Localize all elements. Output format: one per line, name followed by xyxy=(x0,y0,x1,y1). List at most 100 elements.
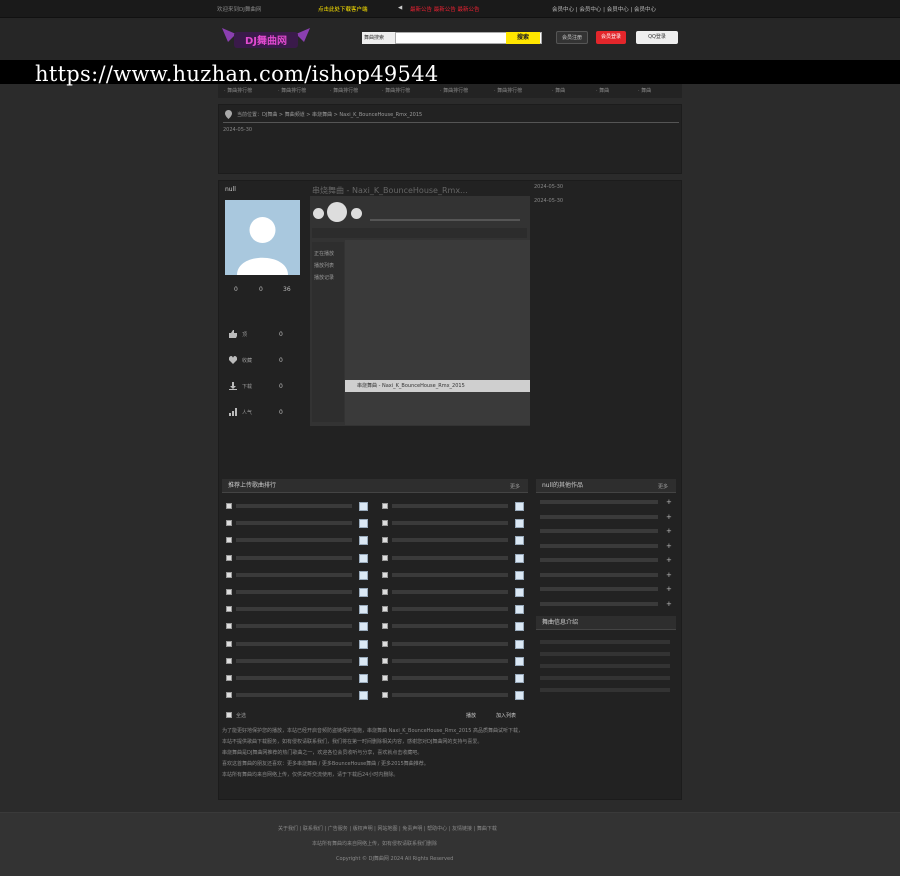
list-item[interactable] xyxy=(540,500,658,504)
song-checkbox[interactable] xyxy=(382,589,388,595)
add-icon[interactable]: + xyxy=(666,585,672,593)
song-checkbox[interactable] xyxy=(226,657,232,664)
add-icon[interactable]: + xyxy=(666,600,672,608)
song-checkbox[interactable] xyxy=(382,675,388,681)
list-item[interactable] xyxy=(540,529,658,533)
more-link[interactable]: 更多 xyxy=(510,483,520,490)
download-icon[interactable] xyxy=(515,570,524,580)
song-checkbox[interactable] xyxy=(382,503,388,509)
top-notice[interactable]: 最新公告 最新公告 最新公告 xyxy=(410,5,480,13)
action-label[interactable]: 收藏 xyxy=(242,357,252,364)
list-item[interactable] xyxy=(540,514,658,519)
song-row[interactable] xyxy=(392,607,508,612)
song-row[interactable] xyxy=(236,572,352,577)
download-icon[interactable] xyxy=(515,656,524,666)
song-row[interactable] xyxy=(236,538,352,543)
register-button[interactable]: 会员注册 xyxy=(556,31,588,44)
song-row[interactable] xyxy=(392,538,508,543)
download-icon[interactable] xyxy=(359,553,368,563)
pause-button[interactable] xyxy=(327,202,347,222)
song-checkbox[interactable] xyxy=(382,623,388,630)
download-icon[interactable] xyxy=(359,656,368,666)
footer-links[interactable]: 关于我们 | 联系我们 | 广告服务 | 版权声明 | 网站地图 | 免责声明 … xyxy=(278,825,497,832)
song-checkbox[interactable] xyxy=(382,554,388,561)
add-icon[interactable]: + xyxy=(666,513,672,521)
download-icon[interactable] xyxy=(515,519,524,529)
song-checkbox[interactable] xyxy=(226,692,232,699)
song-checkbox[interactable] xyxy=(382,657,388,664)
song-checkbox[interactable] xyxy=(226,606,232,613)
song-checkbox[interactable] xyxy=(382,606,388,613)
more-link[interactable]: 更多 xyxy=(658,483,668,490)
song-row[interactable] xyxy=(392,572,508,577)
song-row[interactable] xyxy=(236,607,352,612)
add-icon[interactable]: + xyxy=(666,556,672,564)
song-row[interactable] xyxy=(392,624,508,629)
song-checkbox[interactable] xyxy=(382,520,388,527)
action-label[interactable]: 顶 xyxy=(242,331,247,338)
list-item[interactable] xyxy=(540,543,658,548)
song-row[interactable] xyxy=(236,693,352,698)
tab-playing[interactable]: 正在播放 xyxy=(314,250,334,257)
list-item[interactable] xyxy=(540,572,658,577)
download-icon[interactable] xyxy=(515,605,524,615)
song-row[interactable] xyxy=(392,658,508,663)
song-checkbox[interactable] xyxy=(226,554,232,561)
uploader-name[interactable]: null xyxy=(225,186,236,193)
song-row[interactable] xyxy=(236,590,352,594)
song-row[interactable] xyxy=(236,504,352,508)
song-checkbox[interactable] xyxy=(226,675,232,681)
breadcrumb[interactable]: 当前位置：DJ舞曲 > 舞曲频道 > 串烧舞曲 > Naxi_K_BounceH… xyxy=(237,111,422,118)
search-button[interactable]: 搜索 xyxy=(506,32,540,44)
download-icon[interactable] xyxy=(359,622,368,632)
add-icon[interactable]: + xyxy=(666,527,672,535)
song-row[interactable] xyxy=(236,624,352,629)
top-link[interactable]: 点击此处下载客户端 xyxy=(318,5,368,13)
add-icon[interactable]: + xyxy=(666,542,672,550)
song-checkbox[interactable] xyxy=(382,571,388,578)
song-row[interactable] xyxy=(236,641,352,646)
list-item[interactable] xyxy=(540,601,658,606)
list-item[interactable] xyxy=(540,587,658,591)
song-checkbox[interactable] xyxy=(226,520,232,527)
action-label[interactable]: 人气 xyxy=(242,409,252,416)
song-checkbox[interactable] xyxy=(226,537,232,544)
song-row[interactable] xyxy=(236,676,352,680)
song-row[interactable] xyxy=(392,590,508,594)
download-icon[interactable] xyxy=(359,570,368,580)
song-row[interactable] xyxy=(236,658,352,663)
song-checkbox[interactable] xyxy=(226,571,232,578)
song-checkbox[interactable] xyxy=(382,537,388,544)
add-icon[interactable]: + xyxy=(666,498,672,506)
tab-list[interactable]: 播放列表 xyxy=(314,262,334,269)
play-selected-button[interactable]: 播放 xyxy=(466,712,476,719)
download-icon[interactable] xyxy=(515,588,524,597)
download-icon[interactable] xyxy=(359,519,368,529)
song-row[interactable] xyxy=(392,641,508,646)
download-icon[interactable] xyxy=(359,536,368,546)
song-row[interactable] xyxy=(236,555,352,560)
song-checkbox[interactable] xyxy=(226,640,232,647)
song-row[interactable] xyxy=(392,521,508,526)
search-select[interactable]: 舞曲搜索 xyxy=(362,32,396,44)
song-checkbox[interactable] xyxy=(382,640,388,647)
qq-login-button[interactable]: QQ登录 xyxy=(636,31,678,44)
download-icon[interactable] xyxy=(359,674,368,683)
song-row[interactable] xyxy=(392,693,508,698)
download-icon[interactable] xyxy=(515,622,524,632)
download-icon[interactable] xyxy=(515,691,524,701)
tab-history[interactable]: 播放记录 xyxy=(314,274,334,281)
download-icon[interactable] xyxy=(359,502,368,511)
playlist-track[interactable]: 串烧舞曲 - Naxi_K_BounceHouse_Rmx_2015 xyxy=(345,380,530,392)
share-toolbar[interactable] xyxy=(312,228,527,238)
select-all-checkbox[interactable] xyxy=(226,712,232,718)
add-to-list-button[interactable]: 加入列表 xyxy=(496,712,516,719)
list-item[interactable] xyxy=(540,558,658,562)
song-row[interactable] xyxy=(392,676,508,680)
download-icon[interactable] xyxy=(515,536,524,546)
song-row[interactable] xyxy=(392,504,508,508)
song-checkbox[interactable] xyxy=(382,692,388,699)
progress-bar[interactable] xyxy=(370,219,520,221)
download-icon[interactable] xyxy=(359,605,368,615)
song-row[interactable] xyxy=(392,555,508,560)
